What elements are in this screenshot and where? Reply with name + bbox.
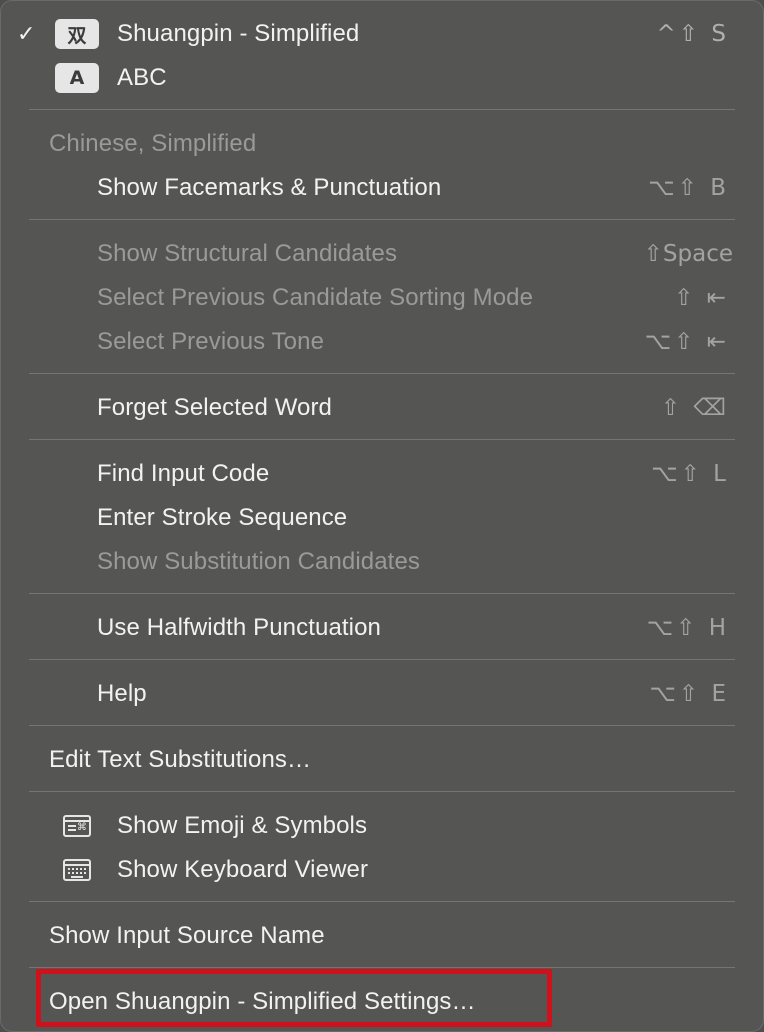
help-item[interactable]: Help ⌥⇧ E bbox=[1, 672, 763, 716]
menu-item-label: Edit Text Substitutions… bbox=[49, 746, 312, 773]
menu-item-label: Use Halfwidth Punctuation bbox=[97, 614, 381, 641]
show-keyboard-viewer-item[interactable]: Show Keyboard Viewer bbox=[1, 848, 763, 892]
emoji-viewer-icon: ⌘ bbox=[63, 815, 91, 837]
separator bbox=[29, 109, 735, 110]
menu-item-label: Select Previous Candidate Sorting Mode bbox=[97, 284, 534, 311]
menu-item-label: Show Input Source Name bbox=[49, 922, 325, 949]
menu-item-label: Enter Stroke Sequence bbox=[97, 504, 348, 531]
checkmark-icon: ✓ bbox=[17, 21, 36, 47]
keyboard-viewer-icon bbox=[63, 859, 91, 881]
select-sorting-mode-item: Select Previous Candidate Sorting Mode ⇧… bbox=[1, 276, 763, 320]
menu-item-label: Show Keyboard Viewer bbox=[117, 856, 369, 883]
shortcut-label: ^⇧ S bbox=[656, 21, 729, 47]
shortcut-label: ⇧ ⌫ bbox=[660, 395, 729, 421]
shortcut-label: ⌥⇧ ⇤ bbox=[644, 329, 729, 355]
abc-badge-icon: A bbox=[55, 63, 99, 93]
enter-stroke-sequence-item[interactable]: Enter Stroke Sequence bbox=[1, 496, 763, 540]
use-halfwidth-punctuation-item[interactable]: Use Halfwidth Punctuation ⌥⇧ H bbox=[1, 606, 763, 650]
show-input-source-name-item[interactable]: Show Input Source Name bbox=[1, 914, 763, 958]
edit-text-substitutions-item[interactable]: Edit Text Substitutions… bbox=[1, 738, 763, 782]
menu-item-label: Show Facemarks & Punctuation bbox=[97, 174, 442, 201]
separator bbox=[29, 791, 735, 792]
forget-selected-word-item[interactable]: Forget Selected Word ⇧ ⌫ bbox=[1, 386, 763, 430]
show-facemarks-item[interactable]: Show Facemarks & Punctuation ⌥⇧ B bbox=[1, 166, 763, 210]
menu-item-label: Show Emoji & Symbols bbox=[117, 812, 368, 839]
show-emoji-symbols-item[interactable]: ⌘ Show Emoji & Symbols bbox=[1, 804, 763, 848]
menu-item-label: Show Substitution Candidates bbox=[97, 548, 421, 575]
find-input-code-item[interactable]: Find Input Code ⌥⇧ L bbox=[1, 452, 763, 496]
shortcut-label: ⌥⇧ H bbox=[646, 615, 729, 641]
separator bbox=[29, 219, 735, 220]
menu-item-label: Open Shuangpin - Simplified Settings… bbox=[49, 988, 476, 1015]
separator bbox=[29, 967, 735, 968]
section-header: Chinese, Simplified bbox=[49, 130, 257, 157]
separator bbox=[29, 439, 735, 440]
menu-item-label: Help bbox=[97, 680, 147, 707]
shortcut-label: ⌥⇧ E bbox=[649, 681, 729, 707]
shortcut-label: ⇧Space bbox=[643, 241, 733, 267]
menu-item-label: Show Structural Candidates bbox=[97, 240, 398, 267]
shortcut-label: ⇧ ⇤ bbox=[674, 285, 729, 311]
separator bbox=[29, 659, 735, 660]
input-source-abc[interactable]: A ABC bbox=[1, 56, 763, 100]
input-menu: ✓ 双 Shuangpin - Simplified ^⇧ S A ABC Ch… bbox=[0, 0, 764, 1032]
menu-item-label: Forget Selected Word bbox=[97, 394, 333, 421]
shortcut-label: ⌥⇧ B bbox=[648, 175, 729, 201]
menu-item-label: Select Previous Tone bbox=[97, 328, 325, 355]
shortcut-label: ⌥⇧ L bbox=[651, 461, 729, 487]
separator bbox=[29, 373, 735, 374]
input-source-shuangpin[interactable]: ✓ 双 Shuangpin - Simplified ^⇧ S bbox=[1, 12, 763, 56]
input-source-label: Shuangpin - Simplified bbox=[117, 20, 360, 47]
separator bbox=[29, 901, 735, 902]
separator bbox=[29, 593, 735, 594]
show-structural-candidates-item: Show Structural Candidates ⇧Space bbox=[1, 232, 763, 276]
input-source-label: ABC bbox=[117, 64, 167, 91]
open-settings-item[interactable]: Open Shuangpin - Simplified Settings… bbox=[1, 980, 763, 1024]
shuangpin-badge-icon: 双 bbox=[55, 19, 99, 49]
show-substitution-candidates-item: Show Substitution Candidates bbox=[1, 540, 763, 584]
menu-item-label: Find Input Code bbox=[97, 460, 270, 487]
separator bbox=[29, 725, 735, 726]
select-previous-tone-item: Select Previous Tone ⌥⇧ ⇤ bbox=[1, 320, 763, 364]
